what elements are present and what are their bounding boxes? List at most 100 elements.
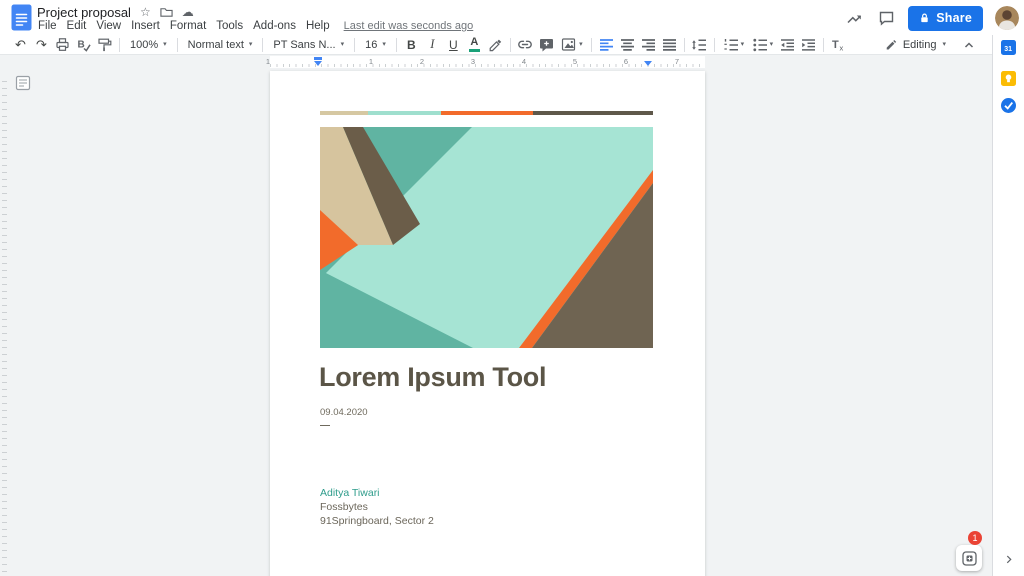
- doc-dash[interactable]: —: [320, 420, 330, 431]
- doc-address[interactable]: 91Springboard, Sector 2: [320, 515, 434, 527]
- right-margin-marker[interactable]: [644, 61, 652, 66]
- redo-button[interactable]: ↷: [31, 36, 52, 54]
- ruler-number: 2: [420, 57, 424, 66]
- decrease-indent-button[interactable]: [777, 36, 798, 54]
- menu-addons[interactable]: Add-ons: [248, 19, 301, 33]
- doc-author[interactable]: Aditya Tiwari: [320, 487, 380, 499]
- calendar-icon[interactable]: 31: [1001, 40, 1016, 55]
- ruler-number: 1: [266, 57, 270, 66]
- explore-button[interactable]: [956, 545, 982, 571]
- left-margin-marker[interactable]: [314, 61, 322, 66]
- last-edit-link[interactable]: Last edit was seconds ago: [344, 20, 474, 32]
- bulleted-list-button[interactable]: ▾: [748, 36, 777, 54]
- hero-image[interactable]: [320, 127, 653, 348]
- outline-icon: [15, 75, 31, 91]
- align-center-button[interactable]: [617, 36, 638, 54]
- bar-segment-orange: [441, 111, 533, 115]
- justify-button[interactable]: [659, 36, 680, 54]
- separator: [684, 38, 685, 52]
- insert-link-button[interactable]: [515, 36, 536, 54]
- side-panel: 31: [992, 35, 1024, 576]
- hide-side-panel-button[interactable]: [1001, 551, 1016, 566]
- menu-tools[interactable]: Tools: [211, 19, 248, 33]
- undo-button[interactable]: ↶: [10, 36, 31, 54]
- doc-heading[interactable]: Lorem Ipsum Tool: [319, 362, 546, 393]
- separator: [177, 38, 178, 52]
- highlight-color-button[interactable]: [485, 36, 506, 54]
- bar-segment-mint: [368, 111, 441, 115]
- chevron-down-icon: ▾: [382, 41, 386, 48]
- chevron-down-icon: ▾: [770, 41, 774, 48]
- menu-bar: File Edit View Insert Format Tools Add-o…: [33, 19, 473, 33]
- italic-button[interactable]: I: [422, 36, 443, 54]
- share-label: Share: [936, 11, 972, 25]
- cloud-status-icon[interactable]: ☁: [182, 6, 194, 18]
- document-title[interactable]: Project proposal: [37, 5, 131, 20]
- keep-icon[interactable]: [1001, 71, 1016, 86]
- docs-logo-icon[interactable]: [11, 4, 32, 31]
- svg-text:x: x: [840, 44, 844, 53]
- vertical-ruler: [2, 81, 7, 575]
- numbered-list-button[interactable]: ▾: [719, 36, 748, 54]
- styles-select[interactable]: Normal text▾: [182, 36, 259, 54]
- line-spacing-button[interactable]: [689, 36, 710, 54]
- ruler-number: 4: [522, 57, 526, 66]
- bar-segment-dark: [533, 111, 653, 115]
- insights-icon[interactable]: [844, 8, 864, 28]
- document-page[interactable]: Lorem Ipsum Tool 09.04.2020 — Aditya Tiw…: [270, 71, 705, 576]
- tasks-icon[interactable]: [1001, 98, 1016, 113]
- increase-indent-button[interactable]: [798, 36, 819, 54]
- text-color-button[interactable]: A: [464, 36, 485, 54]
- share-button[interactable]: Share: [908, 6, 983, 31]
- print-button[interactable]: [52, 36, 73, 54]
- open-comments-icon[interactable]: [876, 8, 896, 28]
- first-line-indent-marker[interactable]: [314, 57, 322, 60]
- move-folder-icon[interactable]: [160, 6, 173, 18]
- collapse-menus-button[interactable]: [958, 36, 979, 54]
- editing-mode-select[interactable]: Editing ▾: [885, 39, 946, 51]
- menu-edit[interactable]: Edit: [62, 19, 92, 33]
- menu-help[interactable]: Help: [301, 19, 335, 33]
- font-select[interactable]: PT Sans N...▾: [267, 36, 350, 54]
- chevron-down-icon: ▾: [741, 41, 745, 48]
- insert-image-button[interactable]: ▾: [557, 36, 587, 54]
- clear-formatting-button[interactable]: Tx: [828, 36, 849, 54]
- header-actions: Share: [844, 0, 1019, 36]
- separator: [262, 38, 263, 52]
- add-comment-button[interactable]: [536, 36, 557, 54]
- bar-segment-tan: [320, 111, 368, 115]
- paint-format-button[interactable]: [94, 36, 115, 54]
- pencil-icon: [885, 39, 897, 51]
- align-right-button[interactable]: [638, 36, 659, 54]
- doc-org[interactable]: Fossbytes: [320, 501, 368, 513]
- separator: [354, 38, 355, 52]
- bold-button[interactable]: B: [401, 36, 422, 54]
- header: Project proposal ☆ ☁ File Edit View Inse…: [0, 0, 1024, 36]
- menu-view[interactable]: View: [91, 19, 126, 33]
- spellcheck-button[interactable]: B: [73, 36, 94, 54]
- doc-date[interactable]: 09.04.2020: [320, 407, 368, 418]
- separator: [396, 38, 397, 52]
- chevron-right-icon: [1003, 553, 1015, 565]
- separator: [119, 38, 120, 52]
- editing-mode-label: Editing: [903, 39, 937, 51]
- font-size-select[interactable]: 16▾: [359, 36, 392, 54]
- chevron-down-icon: ▾: [942, 41, 946, 48]
- menu-insert[interactable]: Insert: [126, 19, 165, 33]
- show-outline-button[interactable]: [14, 74, 31, 91]
- toolbar-right: Editing ▾: [885, 36, 993, 54]
- avatar[interactable]: [995, 6, 1019, 30]
- ruler-number: 6: [624, 57, 628, 66]
- menu-file[interactable]: File: [33, 19, 62, 33]
- chevron-down-icon: ▾: [579, 41, 583, 48]
- svg-text:31: 31: [1004, 46, 1012, 53]
- underline-button[interactable]: U: [443, 36, 464, 54]
- chevron-down-icon: ▾: [249, 41, 253, 48]
- zoom-select[interactable]: 100%▾: [124, 36, 173, 54]
- align-left-button[interactable]: [596, 36, 617, 54]
- accent-color-bar: [320, 111, 653, 115]
- chevron-down-icon: ▾: [163, 41, 167, 48]
- menu-format[interactable]: Format: [165, 19, 211, 33]
- star-icon[interactable]: ☆: [140, 6, 151, 18]
- horizontal-ruler[interactable]: 1 1 2 3 4 5 6 7: [270, 56, 705, 68]
